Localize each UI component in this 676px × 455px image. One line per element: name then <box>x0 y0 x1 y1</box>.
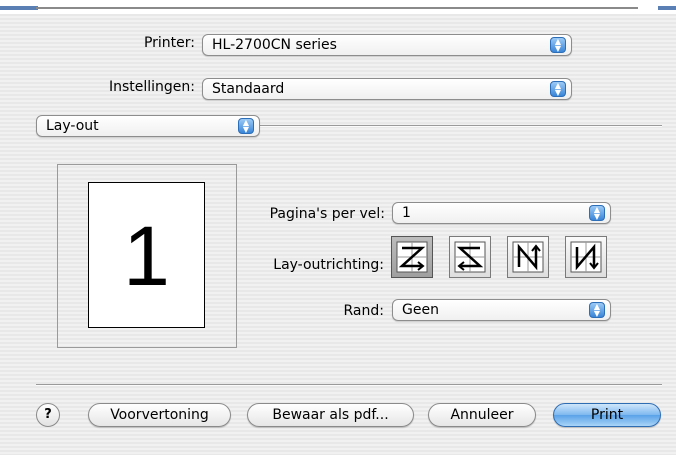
border-popup[interactable]: Geen ▲ ▼ <box>392 299 611 321</box>
settings-label: Instellingen: <box>108 79 195 95</box>
window-edge-right <box>658 6 676 10</box>
printer-popup[interactable]: HL-2700CN series ▲ ▼ <box>202 34 572 56</box>
dialog-top-line <box>36 7 638 9</box>
window-edge-left <box>0 6 38 10</box>
popup-arrows-icon: ▲ ▼ <box>589 302 605 318</box>
print-button[interactable]: Print <box>553 403 661 427</box>
z-direction-icon <box>396 241 428 273</box>
border-value: Geen <box>402 302 439 318</box>
panel-popup[interactable]: Lay-out ▲ ▼ <box>36 115 260 137</box>
pages-per-sheet-popup[interactable]: 1 ▲ ▼ <box>392 202 611 224</box>
popup-arrows-icon: ▲ ▼ <box>550 81 566 97</box>
border-label: Rand: <box>343 303 384 319</box>
reverse-n-direction-button[interactable] <box>565 236 607 278</box>
layout-direction-label: Lay-outrichting: <box>273 257 384 273</box>
z-direction-button[interactable] <box>391 236 433 278</box>
n-direction-button[interactable] <box>507 236 549 278</box>
help-button[interactable]: ? <box>36 403 60 427</box>
reverse-n-direction-icon <box>570 241 602 273</box>
printer-value: HL-2700CN series <box>212 37 337 53</box>
n-direction-icon <box>512 241 544 273</box>
popup-arrows-icon: ▲ ▼ <box>589 205 605 221</box>
settings-popup[interactable]: Standaard ▲ ▼ <box>202 78 572 100</box>
reverse-z-direction-icon <box>454 241 486 273</box>
cancel-button[interactable]: Annuleer <box>428 403 536 427</box>
popup-arrows-icon: ▲ ▼ <box>550 37 566 53</box>
printer-label: Printer: <box>143 35 195 51</box>
popup-arrows-icon: ▲ ▼ <box>238 118 254 134</box>
preview-button[interactable]: Voorvertoning <box>88 403 231 427</box>
reverse-z-direction-button[interactable] <box>449 236 491 278</box>
pages-per-sheet-label: Pagina's per vel: <box>269 206 385 222</box>
panel-value: Lay-out <box>46 118 99 134</box>
layout-preview-page: 1 <box>88 182 205 328</box>
panel-separator <box>258 125 662 127</box>
pages-per-sheet-value: 1 <box>402 205 411 221</box>
settings-value: Standaard <box>212 81 285 97</box>
save-as-pdf-button[interactable]: Bewaar als pdf... <box>247 403 414 427</box>
bottom-separator <box>36 384 662 386</box>
